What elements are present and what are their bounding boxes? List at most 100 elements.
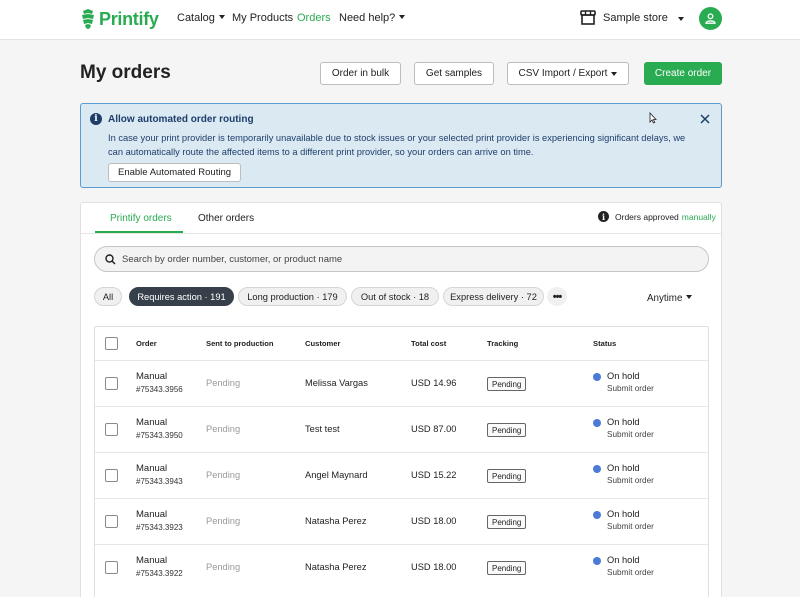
tracking-badge: Pending — [487, 469, 527, 483]
column-header-customer: Customer — [305, 339, 341, 348]
csv-import-export-button[interactable]: CSV Import / Export — [507, 62, 629, 85]
info-icon: i — [598, 211, 609, 222]
order-number: #75343.3950 — [136, 431, 183, 440]
enable-automated-routing-button[interactable]: Enable Automated Routing — [108, 163, 242, 182]
order-cell[interactable]: Manual #75343.3922 — [136, 555, 183, 578]
table-row[interactable]: Manual #75343.3943 Pending Angel Maynard… — [95, 452, 708, 498]
create-order-button[interactable]: Create order — [644, 62, 722, 85]
orders-table: Order Sent to production Customer Total … — [94, 326, 709, 597]
status-dot-icon — [593, 373, 601, 381]
status-label: On hold — [607, 371, 640, 381]
tracking-badge: Pending — [487, 515, 527, 529]
user-icon — [705, 13, 716, 24]
get-samples-button[interactable]: Get samples — [414, 62, 494, 85]
automated-routing-banner: i Allow automated order routing In case … — [80, 103, 722, 188]
order-cell[interactable]: Manual #75343.3923 — [136, 509, 183, 532]
status-dot-icon — [593, 419, 601, 427]
column-header-tracking: Tracking — [487, 339, 519, 348]
info-icon: i — [90, 113, 102, 125]
filter-out-of-stock[interactable]: Out of stock · 18 — [351, 287, 439, 306]
store-dropdown-chevron-icon[interactable] — [678, 17, 684, 21]
total-cost: USD 18.00 — [411, 562, 457, 572]
total-cost: USD 15.22 — [411, 470, 457, 480]
printify-logo[interactable]: Printify — [80, 8, 159, 30]
status-label: On hold — [607, 463, 640, 473]
banner-title: Allow automated order routing — [108, 114, 254, 125]
nav-my-products[interactable]: My Products — [232, 12, 293, 24]
orders-approved-text: Orders approved — [615, 211, 679, 222]
orders-approved-indicator: i Orders approved manually — [598, 211, 716, 222]
table-row[interactable]: Manual #75343.3950 Pending Test test USD… — [95, 406, 708, 452]
sent-to-production: Pending — [206, 378, 241, 388]
order-type: Manual — [136, 417, 168, 428]
sent-to-production: Pending — [206, 516, 241, 526]
status-cell: On hold Submit order — [607, 555, 654, 577]
status-cell: On hold Submit order — [607, 371, 654, 393]
status-action[interactable]: Submit order — [607, 522, 654, 531]
row-checkbox[interactable] — [105, 561, 118, 574]
sent-to-production: Pending — [206, 470, 241, 480]
order-number: #75343.3922 — [136, 569, 183, 578]
status-label: On hold — [607, 509, 640, 519]
nav-catalog[interactable]: Catalog — [177, 12, 225, 24]
row-checkbox[interactable] — [105, 469, 118, 482]
column-header-status: Status — [593, 339, 617, 348]
active-tab-indicator — [95, 231, 183, 233]
mouse-cursor-icon — [649, 112, 657, 124]
banner-body: In case your print provider is temporari… — [108, 133, 686, 157]
tabs-divider — [81, 233, 721, 234]
table-row[interactable]: Manual #75343.3923 Pending Natasha Perez… — [95, 498, 708, 544]
column-header-sent-to-production: Sent to production — [206, 339, 274, 348]
nav-orders[interactable]: Orders — [297, 12, 331, 24]
status-action[interactable]: Submit order — [607, 568, 654, 577]
status-dot-icon — [593, 557, 601, 565]
table-row[interactable]: Manual #75343.3956 Pending Melissa Varga… — [95, 360, 708, 406]
nav-need-help[interactable]: Need help? — [339, 12, 406, 24]
close-icon[interactable] — [699, 113, 711, 125]
filter-all[interactable]: All — [94, 287, 122, 306]
column-header-total-cost: Total cost — [411, 339, 447, 348]
approval-mode-link[interactable]: manually — [682, 212, 716, 222]
status-action[interactable]: Submit order — [607, 430, 654, 439]
filter-long-production[interactable]: Long production · 179 — [238, 287, 347, 306]
select-all-checkbox[interactable] — [105, 337, 118, 350]
nav-need-help-label: Need help? — [339, 12, 396, 24]
customer-name: Natasha Perez — [305, 562, 367, 572]
order-in-bulk-button[interactable]: Order in bulk — [320, 62, 401, 85]
order-cell[interactable]: Manual #75343.3950 — [136, 417, 183, 440]
total-cost: USD 87.00 — [411, 424, 457, 434]
order-cell[interactable]: Manual #75343.3956 — [136, 371, 183, 394]
search-icon — [105, 254, 116, 265]
tab-printify-orders[interactable]: Printify orders — [110, 213, 172, 224]
status-label: On hold — [607, 417, 640, 427]
user-avatar[interactable] — [699, 7, 722, 30]
tracking-badge: Pending — [487, 561, 527, 575]
chevron-down-icon — [218, 15, 225, 19]
search-bar[interactable] — [94, 246, 709, 272]
chevron-down-icon — [611, 71, 618, 76]
search-input[interactable] — [122, 251, 692, 267]
csv-import-export-label: CSV Import / Export — [518, 68, 608, 79]
status-action[interactable]: Submit order — [607, 384, 654, 393]
chevron-down-icon — [399, 15, 406, 19]
date-range-dropdown[interactable]: Anytime — [647, 293, 693, 304]
total-cost: USD 14.96 — [411, 378, 457, 388]
table-row[interactable]: Manual #75343.3922 Pending Natasha Perez… — [95, 544, 708, 590]
order-cell[interactable]: Manual #75343.3943 — [136, 463, 183, 486]
store-selector[interactable]: Sample store — [580, 10, 668, 25]
tab-other-orders[interactable]: Other orders — [198, 213, 254, 224]
brand-name: Printify — [99, 8, 159, 29]
row-checkbox[interactable] — [105, 423, 118, 436]
filter-express-delivery[interactable]: Express delivery · 72 — [443, 287, 544, 306]
row-checkbox[interactable] — [105, 515, 118, 528]
more-filters-icon[interactable]: ••• — [547, 287, 567, 306]
order-type: Manual — [136, 371, 168, 382]
store-name: Sample store — [603, 11, 668, 24]
sent-to-production: Pending — [206, 562, 241, 572]
column-header-order: Order — [136, 339, 157, 348]
order-type: Manual — [136, 509, 168, 520]
total-cost: USD 18.00 — [411, 516, 457, 526]
row-checkbox[interactable] — [105, 377, 118, 390]
status-action[interactable]: Submit order — [607, 476, 654, 485]
filter-requires-action[interactable]: Requires action · 191 — [129, 287, 234, 306]
